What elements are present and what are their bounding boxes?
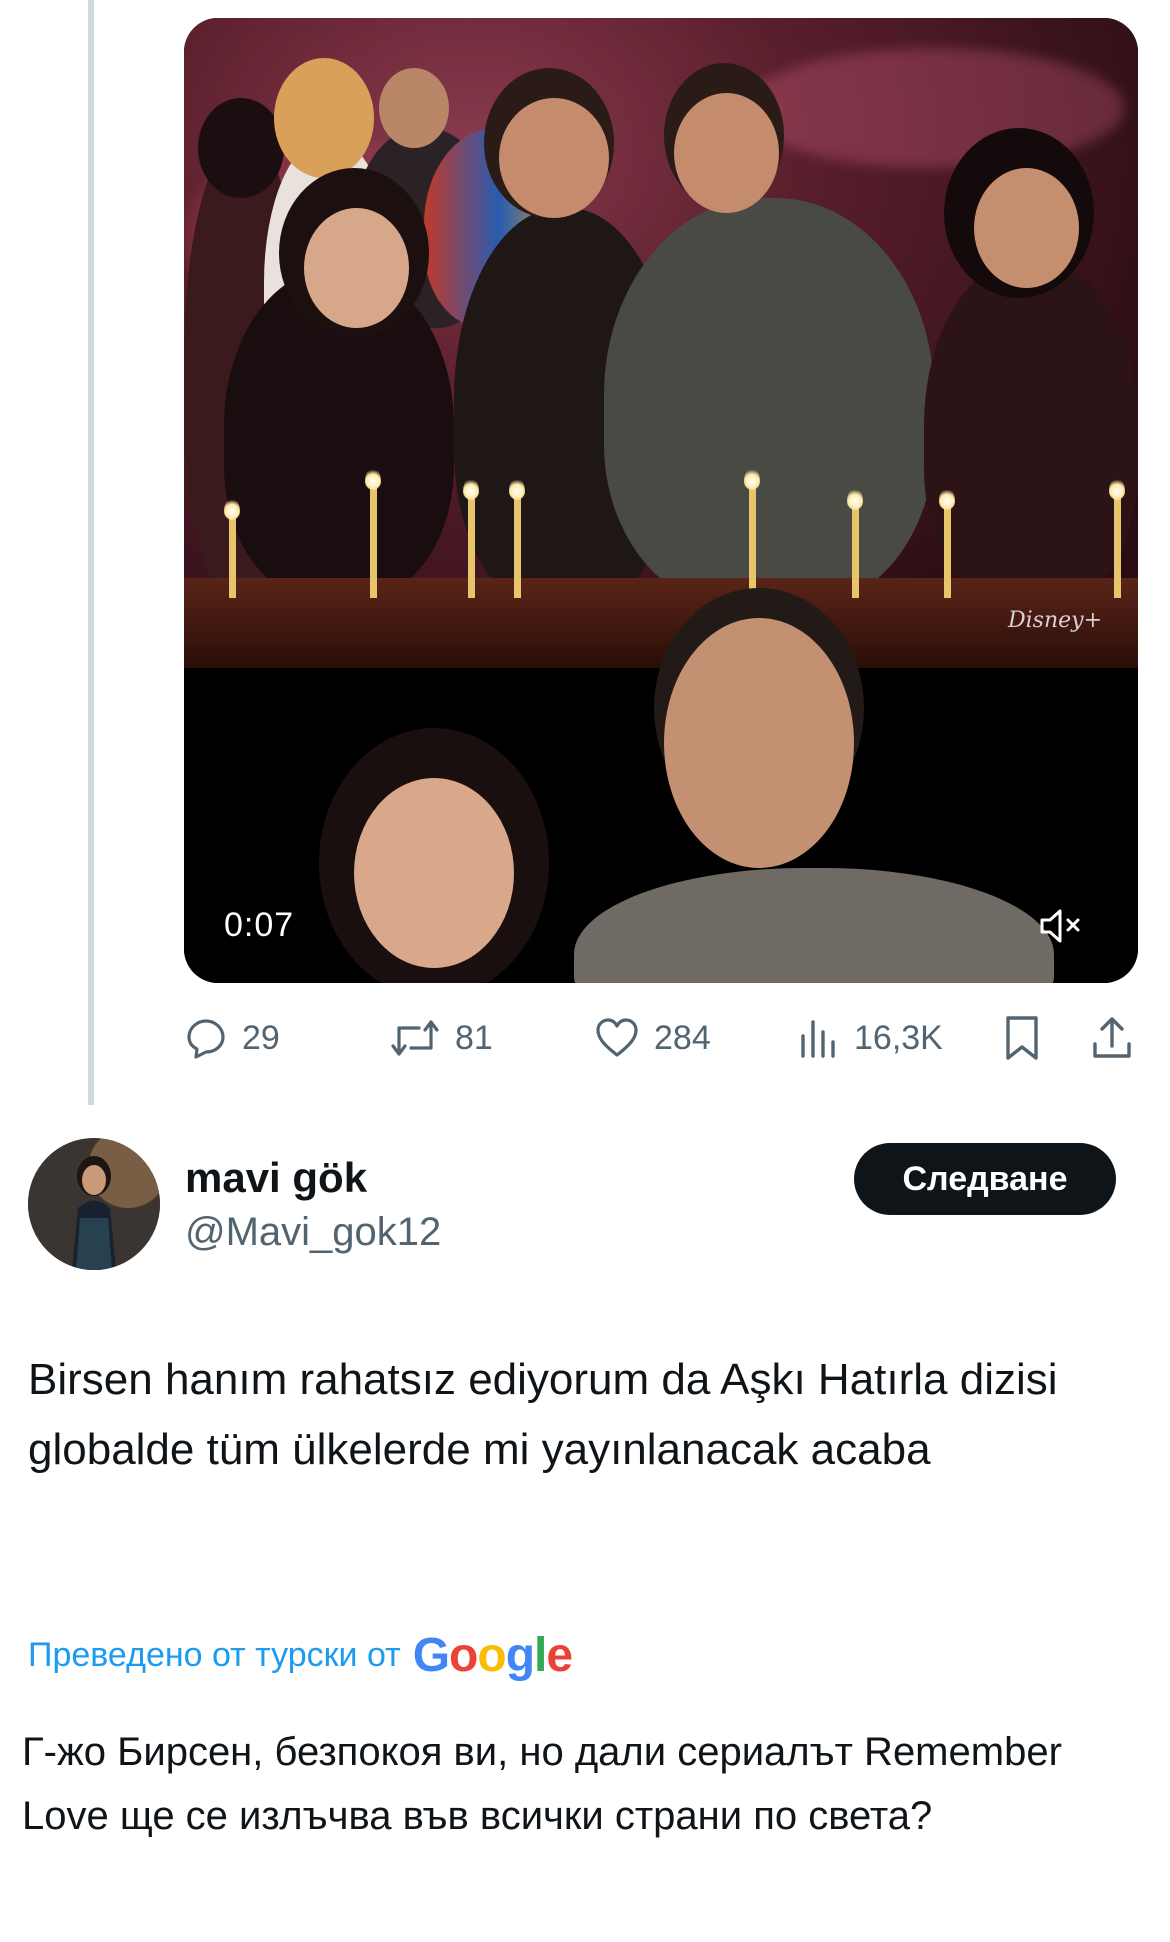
thread-connector-line bbox=[88, 0, 94, 1105]
video-timestamp: 0:07 bbox=[224, 906, 295, 944]
reply-button[interactable]: 29 bbox=[184, 1010, 280, 1066]
follow-button[interactable]: Следване bbox=[854, 1143, 1116, 1215]
video-player[interactable]: Disney+ 0:07 bbox=[184, 18, 1138, 983]
translation-attribution[interactable]: Преведено от турски от Google bbox=[28, 1620, 573, 1690]
retweet-count: 81 bbox=[455, 1018, 493, 1057]
birthday-cake bbox=[184, 578, 1138, 668]
retweet-icon bbox=[389, 1016, 441, 1060]
google-logo: Google bbox=[412, 1628, 573, 1682]
share-button[interactable] bbox=[1090, 1010, 1134, 1066]
like-icon bbox=[594, 1016, 640, 1060]
bookmark-icon bbox=[1002, 1014, 1042, 1062]
views-icon bbox=[796, 1016, 840, 1060]
tweet-author-header: mavi gök @Mavi_gok12 Следване bbox=[28, 1138, 1142, 1278]
video-frame-portraits bbox=[184, 588, 1138, 983]
views-count: 16,3K bbox=[854, 1018, 943, 1057]
translated-text: Г-жо Бирсен, безпокоя ви, но дали сериал… bbox=[22, 1730, 1062, 1838]
views-button[interactable]: 16,3K bbox=[796, 1010, 943, 1066]
video-frame-party-scene: Disney+ bbox=[184, 18, 1138, 668]
author-handle[interactable]: @Mavi_gok12 bbox=[185, 1210, 441, 1255]
reply-icon bbox=[184, 1016, 228, 1060]
share-icon bbox=[1090, 1014, 1134, 1062]
retweet-button[interactable]: 81 bbox=[389, 1010, 493, 1066]
avatar[interactable] bbox=[28, 1138, 160, 1270]
bookmark-button[interactable] bbox=[1002, 1010, 1042, 1066]
tweet-text: Birsen hanım rahatsız ediyorum da Aşkı H… bbox=[28, 1355, 1058, 1474]
tweet-action-bar: 29 81 284 16,3K bbox=[184, 1010, 1134, 1066]
disney-plus-watermark: Disney+ bbox=[1007, 608, 1102, 633]
reply-count: 29 bbox=[242, 1018, 280, 1057]
mute-icon[interactable] bbox=[1038, 906, 1084, 946]
like-count: 284 bbox=[654, 1018, 711, 1057]
like-button[interactable]: 284 bbox=[594, 1010, 711, 1066]
translation-label[interactable]: Преведено от турски от bbox=[28, 1636, 401, 1675]
author-display-name[interactable]: mavi gök bbox=[185, 1154, 367, 1202]
